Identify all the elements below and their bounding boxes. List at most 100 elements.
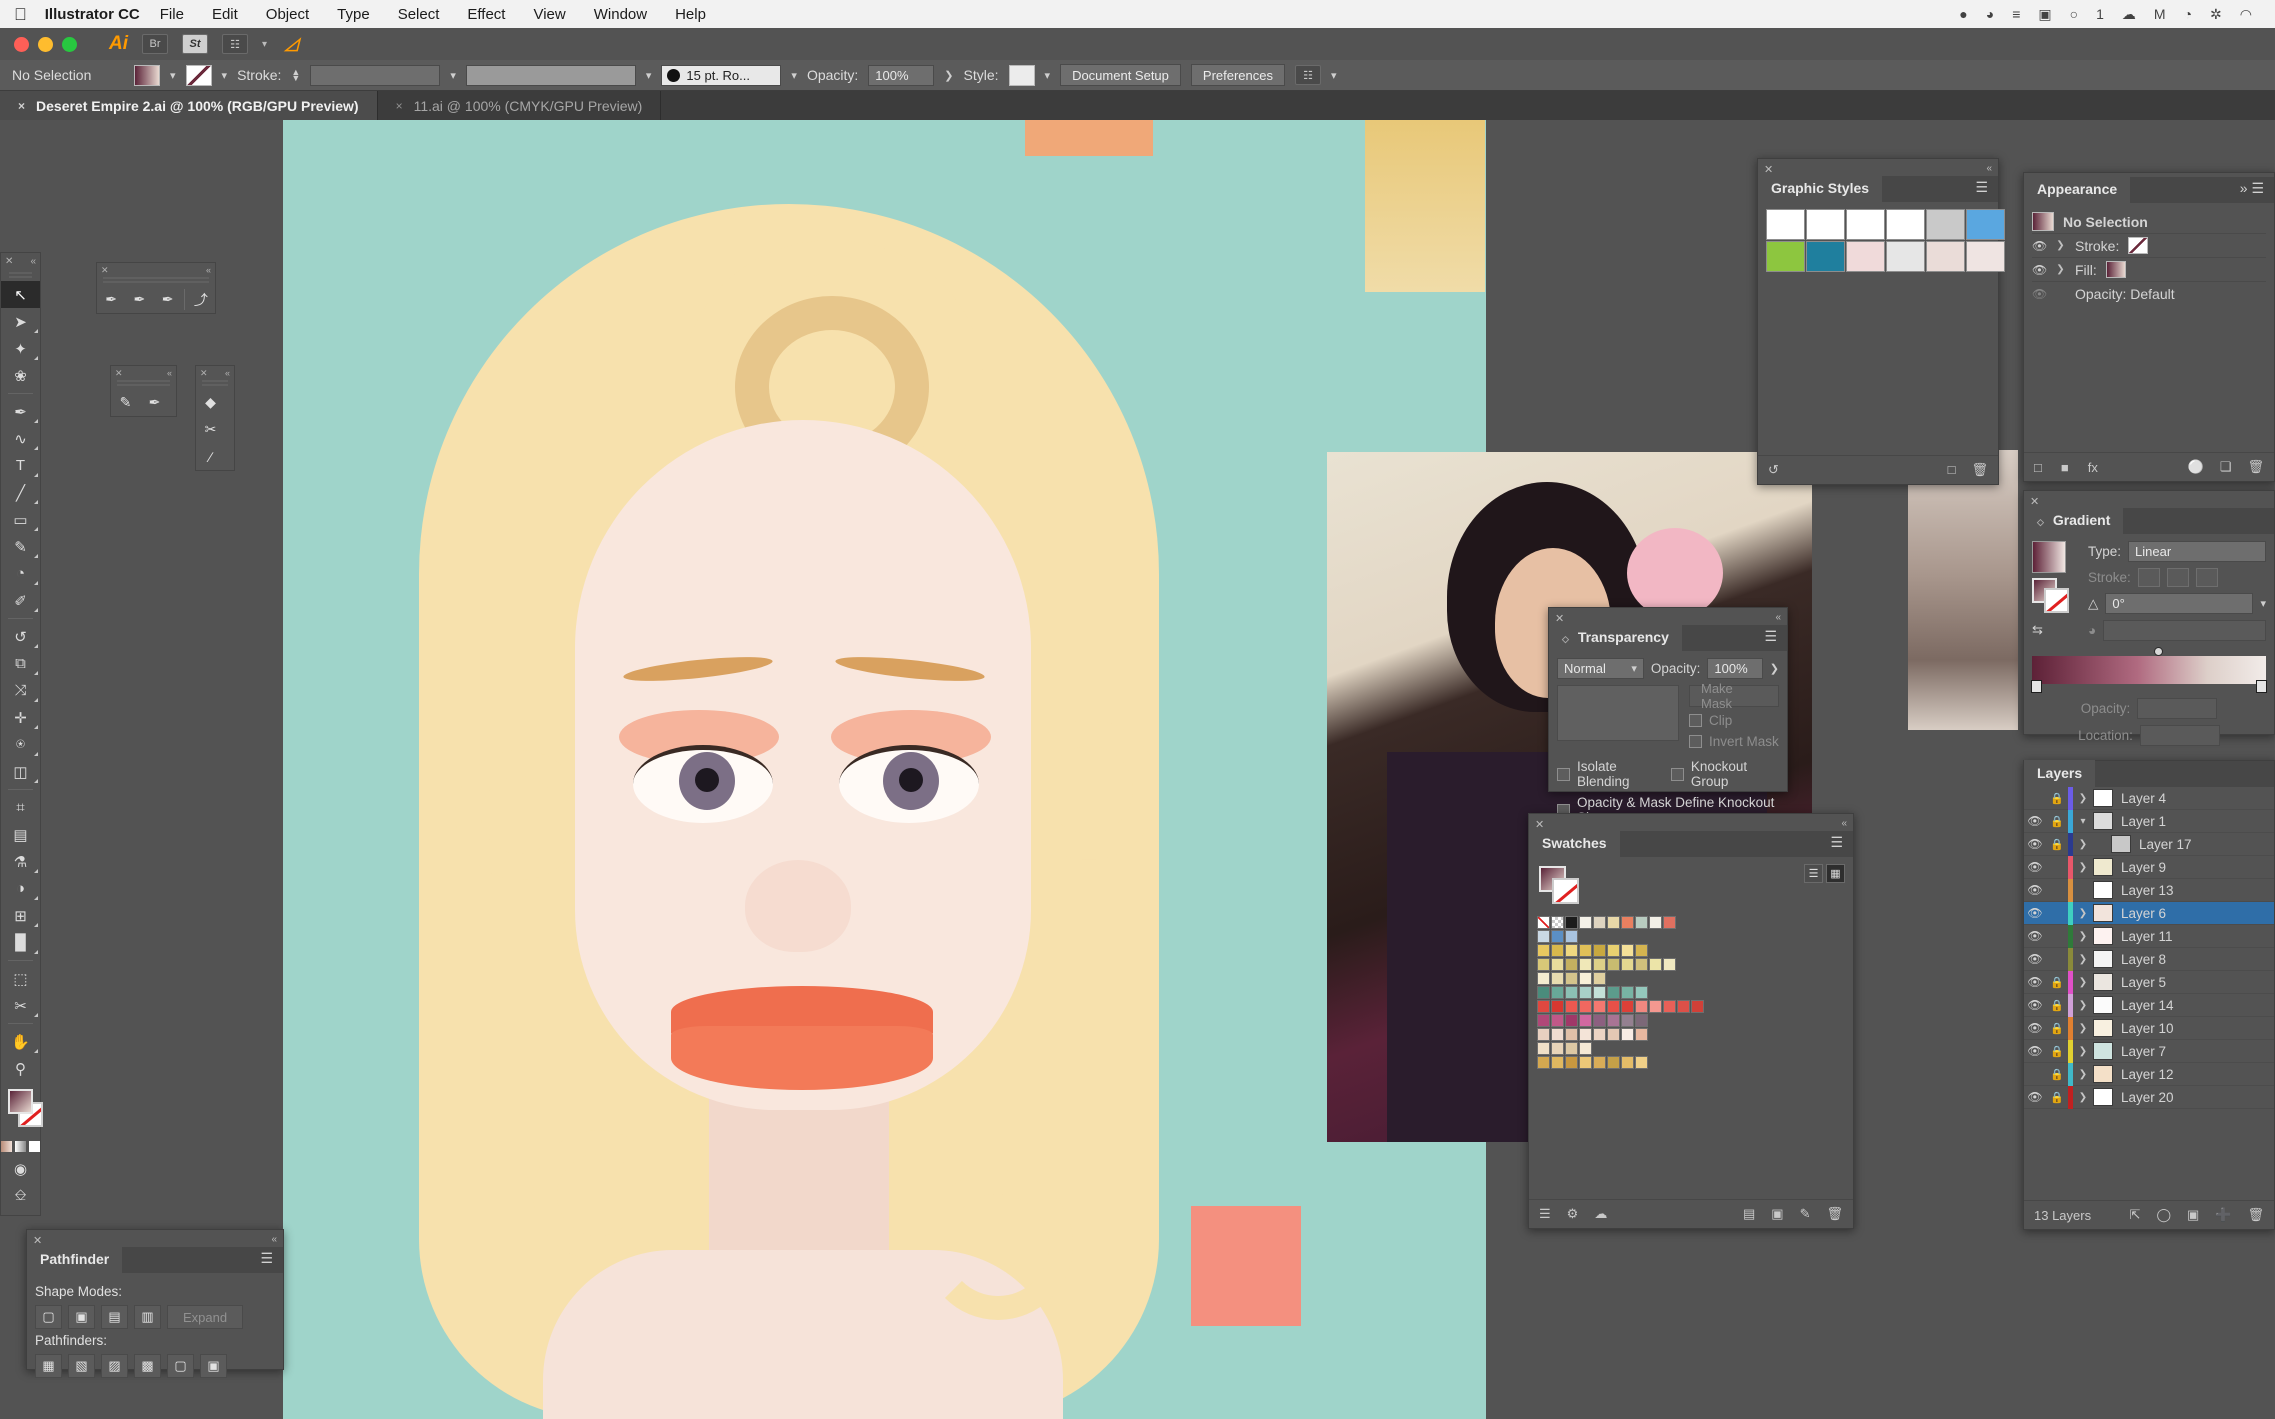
- graphic-styles-grid[interactable]: [1766, 209, 2005, 272]
- table-row[interactable]: 👁 🔒 ❯ Layer 20: [2024, 1085, 2274, 1109]
- close-icon[interactable]: ✕: [115, 368, 123, 379]
- lock-icon[interactable]: 🔒: [2046, 1022, 2068, 1035]
- scale-tool[interactable]: ⧉: [1, 650, 40, 677]
- swatch-color[interactable]: [1565, 1042, 1578, 1055]
- blue-gradient-style[interactable]: [1966, 209, 2005, 240]
- gradient-angle-value[interactable]: 0°: [2105, 593, 2254, 614]
- fill-color-swatch[interactable]: [134, 64, 160, 86]
- close-window-button[interactable]: [14, 36, 29, 52]
- collapse-icon[interactable]: «: [225, 368, 230, 378]
- opacity-field[interactable]: 100%: [868, 64, 935, 86]
- eye-icon[interactable]: 👁: [2024, 952, 2046, 966]
- delete-anchor-point-tool[interactable]: ✒: [154, 286, 182, 313]
- eraser-tool-flyout[interactable]: ✕ « ◆ ✂ ∕: [195, 365, 235, 471]
- divide-icon[interactable]: ▦: [35, 1354, 62, 1378]
- swatch-color[interactable]: [1551, 930, 1564, 943]
- swatch-color[interactable]: [1635, 1028, 1648, 1041]
- stroke-color-swatch[interactable]: [185, 64, 212, 86]
- clear-appearance-icon[interactable]: ⚪: [2188, 459, 2204, 475]
- minus-back-icon[interactable]: ▣: [200, 1354, 227, 1378]
- swatch-color[interactable]: [1537, 986, 1550, 999]
- appearance-panel[interactable]: Appearance » ☰ No Selection 👁 ❯ Stroke: …: [2023, 172, 2275, 482]
- tab-transparency[interactable]: ◇ Transparency: [1549, 624, 1682, 651]
- panel-menu-icon[interactable]: ☰: [1820, 834, 1853, 857]
- drawing-mode[interactable]: ◉: [1, 1155, 40, 1182]
- lock-icon[interactable]: 🔒: [2046, 1091, 2068, 1104]
- new-style-icon[interactable]: □: [1948, 462, 1956, 478]
- drop-shadow-style[interactable]: [1806, 209, 1845, 240]
- bridge-button[interactable]: Br: [142, 34, 168, 54]
- swatch-color[interactable]: [1579, 972, 1592, 985]
- swatch-color[interactable]: [1565, 1028, 1578, 1041]
- chevron-right-icon[interactable]: ❯: [2073, 954, 2093, 965]
- add-new-fill-icon[interactable]: ■: [2061, 460, 2069, 475]
- gradient-titlebar[interactable]: ✕: [2024, 491, 2274, 508]
- menu-app-name[interactable]: Illustrator CC: [45, 6, 140, 23]
- slice-tool[interactable]: ✂: [1, 992, 40, 1019]
- collapse-icon[interactable]: «: [206, 265, 211, 275]
- swatch-color[interactable]: [1635, 958, 1648, 971]
- pen-tool[interactable]: ✒: [1, 398, 40, 425]
- break-link-icon[interactable]: ↺: [1768, 462, 1779, 478]
- eye-icon[interactable]: 👁: [2024, 998, 2046, 1012]
- swatch-color[interactable]: [1607, 916, 1620, 929]
- window-controls[interactable]: [14, 36, 77, 52]
- swatch-color[interactable]: [1607, 1014, 1620, 1027]
- eye-icon[interactable]: 👁: [2024, 860, 2046, 874]
- swatch-color[interactable]: [1621, 1056, 1634, 1069]
- fill-chevron-down-icon[interactable]: ▾: [170, 69, 176, 82]
- eye-icon[interactable]: 👁: [2032, 263, 2047, 277]
- swatch-registration[interactable]: [1551, 916, 1564, 929]
- brush-chevron-icon[interactable]: ▾: [791, 69, 797, 82]
- swatch-color[interactable]: [1593, 986, 1606, 999]
- close-icon[interactable]: ✕: [1764, 163, 1773, 176]
- lock-icon[interactable]: 🔒: [2046, 815, 2068, 828]
- table-row[interactable]: 👁 🔒 ❯ Layer 10: [2024, 1016, 2274, 1040]
- chevron-right-icon[interactable]: ❯: [2073, 1092, 2093, 1103]
- appearance-collapse-icon[interactable]: » ☰: [2230, 180, 2274, 203]
- list-view-icon[interactable]: ☰: [1804, 864, 1823, 883]
- close-icon[interactable]: ✕: [200, 368, 208, 379]
- crop-icon[interactable]: ▩: [134, 1354, 161, 1378]
- minus-front-icon[interactable]: ▣: [68, 1305, 95, 1329]
- transparency-titlebar[interactable]: ✕ «: [1549, 608, 1787, 625]
- chevron-right-icon[interactable]: ❯: [2055, 240, 2066, 251]
- swatch-color[interactable]: [1621, 944, 1634, 957]
- paintbrush-tool[interactable]: ✎: [1, 533, 40, 560]
- opacity-flyout-icon[interactable]: ❯: [1770, 662, 1779, 675]
- tab-gradient[interactable]: ◇ Gradient: [2024, 507, 2124, 534]
- close-icon[interactable]: ✕: [1535, 818, 1544, 831]
- swatch-color[interactable]: [1593, 958, 1606, 971]
- style-chevron-icon[interactable]: ▾: [1045, 69, 1051, 82]
- menu-view[interactable]: View: [519, 6, 579, 23]
- swatch-color[interactable]: [1565, 972, 1578, 985]
- swatch-color[interactable]: [1635, 1000, 1648, 1013]
- color-mode[interactable]: [1, 1141, 12, 1152]
- column-graph-tool[interactable]: █: [1, 929, 40, 956]
- gradient-angle-row[interactable]: △ 0° ▾: [2088, 593, 2266, 614]
- swatch-color[interactable]: [1635, 1056, 1648, 1069]
- eyedropper-tool[interactable]: ⚗: [1, 848, 40, 875]
- swatch-color[interactable]: [1635, 986, 1648, 999]
- close-icon[interactable]: ✕: [1555, 612, 1564, 625]
- brush-definition-field[interactable]: 15 pt. Ro...: [661, 64, 782, 86]
- new-swatch-icon[interactable]: ▣: [1771, 1206, 1783, 1222]
- eye-icon[interactable]: 👁: [2024, 883, 2046, 897]
- panel-menu-icon[interactable]: ☰: [1754, 628, 1787, 651]
- gradient-stop-start[interactable]: [2031, 680, 2042, 693]
- swatch-color[interactable]: [1677, 1000, 1690, 1013]
- swatches-panel[interactable]: ✕ « Swatches ☰ ☰ ▦ ☰ ⚙ ☁ ▤ ▣ ✎ 🗑: [1528, 813, 1854, 1229]
- stroke-swatch[interactable]: [2128, 237, 2149, 254]
- swatch-color[interactable]: [1607, 1056, 1620, 1069]
- swatch-color[interactable]: [1565, 1000, 1578, 1013]
- stroke-along-icon[interactable]: [2166, 568, 2189, 587]
- gradient-panel[interactable]: ✕ ◇ Gradient ⇆ Type: Linear Stroke: △ 0°…: [2023, 490, 2275, 746]
- screenshot-icon[interactable]: ▣: [2029, 6, 2060, 23]
- chevron-right-icon[interactable]: ❯: [2073, 977, 2093, 988]
- table-row[interactable]: 👁 ❯ Layer 11: [2024, 924, 2274, 948]
- apple-icon[interactable]: : [14, 6, 27, 23]
- chevron-right-icon[interactable]: ❯: [2073, 1000, 2093, 1011]
- swatch-color[interactable]: [1621, 986, 1634, 999]
- collapse-icon[interactable]: «: [271, 1234, 276, 1245]
- swatch-color[interactable]: [1607, 958, 1620, 971]
